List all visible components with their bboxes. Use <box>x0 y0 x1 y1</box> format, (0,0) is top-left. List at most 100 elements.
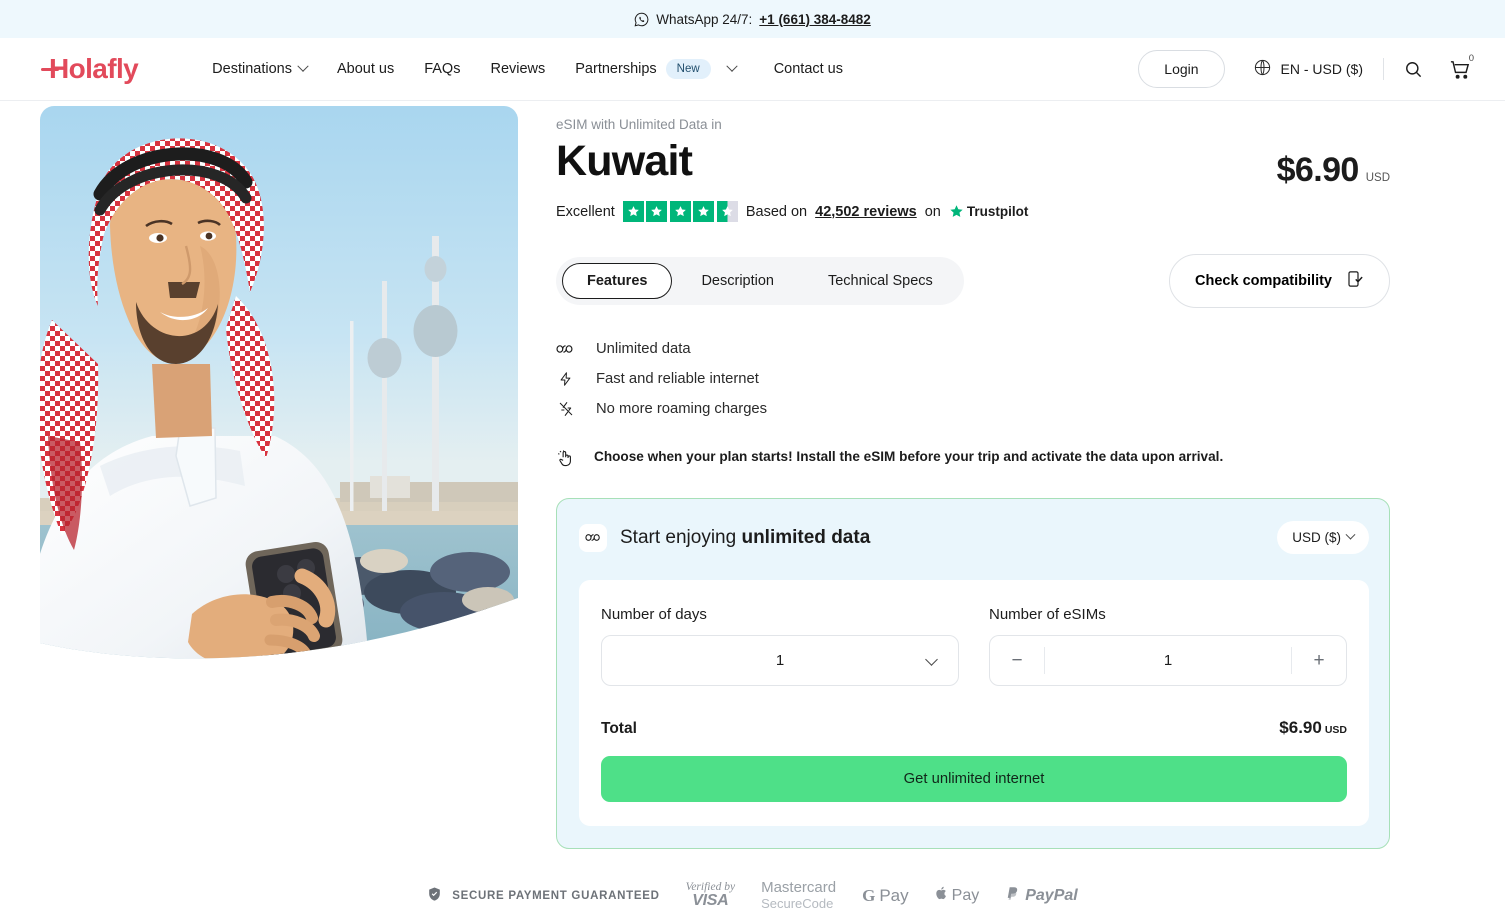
feature-row: Unlimited data <box>556 334 1505 364</box>
locale-label: EN - USD ($) <box>1280 61 1363 77</box>
product-price: $6.90 USD <box>1277 139 1390 190</box>
paypal-icon <box>1005 885 1020 907</box>
logo-cross-mark <box>41 68 59 72</box>
login-button[interactable]: Login <box>1138 50 1225 88</box>
mastercard-securecode-logo: Mastercard SecureCode <box>761 879 836 911</box>
days-select[interactable]: 1 <box>601 635 959 686</box>
nav-label-about-us: About us <box>336 61 395 77</box>
purchase-heading: Start enjoying unlimited data <box>620 527 870 549</box>
nav-label-contact-us: Contact us <box>773 61 844 77</box>
nav-label-destinations: Destinations <box>212 61 292 77</box>
title-row: Kuwait $6.90 USD <box>556 137 1505 190</box>
total-currency: USD <box>1324 724 1347 736</box>
price-amount: $6.90 <box>1276 151 1360 189</box>
purchase-fields: Number of days 1 Number of eSIMs − 1 + <box>601 606 1347 686</box>
lightning-off-icon <box>556 400 575 418</box>
chevron-down-icon <box>297 60 309 72</box>
trust-based-on: Based on <box>745 203 808 220</box>
total-label: Total <box>601 720 637 737</box>
plan-start-notice-text: Choose when your plan starts! Install th… <box>594 449 1224 464</box>
whatsapp-label: WhatsApp 24/7: <box>656 11 753 27</box>
trustpilot-logo: Trustpilot <box>949 204 1029 219</box>
plan-start-notice: Choose when your plan starts! Install th… <box>556 449 1505 471</box>
star-icon <box>669 201 691 222</box>
nav-item-faqs[interactable]: FAQs <box>424 61 460 77</box>
feature-row: Fast and reliable internet <box>556 364 1505 394</box>
check-compatibility-label: Check compatibility <box>1195 273 1332 289</box>
trust-on-word: on <box>924 203 941 220</box>
visa-wordmark: VISA <box>692 892 729 910</box>
nav-label-reviews: Reviews <box>490 61 546 77</box>
cart-count-badge: 0 <box>1468 52 1474 64</box>
apple-pay-logo: Pay <box>935 885 980 906</box>
logo-text: Holafly <box>49 53 139 84</box>
days-label: Number of days <box>601 606 707 623</box>
nav-label-faqs: FAQs <box>424 61 461 77</box>
click-hand-icon <box>556 448 575 471</box>
purchase-box: Start enjoying unlimited data USD ($) Nu… <box>556 498 1390 849</box>
header-divider <box>1383 58 1384 80</box>
main-nav: Destinations About us FAQs Reviews Partn… <box>212 59 843 79</box>
days-value: 1 <box>775 652 785 669</box>
product-tabs: Features Description Technical Specs <box>556 257 964 305</box>
feature-label: No more roaming charges <box>596 401 768 417</box>
holafly-logo[interactable]: Holafly <box>41 53 139 85</box>
esims-label: Number of eSIMs <box>989 606 1106 623</box>
feature-label: Fast and reliable internet <box>596 371 759 387</box>
tab-description[interactable]: Description <box>676 263 799 299</box>
price-currency: USD <box>1365 172 1390 184</box>
purchase-heading-prefix: Start enjoying <box>620 526 742 548</box>
securecode-wordmark: SecureCode <box>761 895 834 911</box>
apple-pay-label: Pay <box>951 886 980 904</box>
days-field: Number of days 1 <box>601 606 959 686</box>
trustpilot-rating: Excellent Based on 42,502 reviews on Tru… <box>556 201 1505 222</box>
paypal-label: PayPal <box>1025 886 1078 904</box>
shield-check-icon <box>427 886 442 905</box>
lightning-icon <box>556 370 575 388</box>
total-price: $6.90 <box>1279 718 1322 737</box>
whatsapp-phone-link[interactable]: +1 (661) 384-8482 <box>759 12 870 27</box>
product-eyebrow: eSIM with Unlimited Data in <box>556 117 722 132</box>
hero-column <box>0 101 556 849</box>
trustpilot-brand-label: Trustpilot <box>966 204 1029 219</box>
currency-selector[interactable]: USD ($) <box>1277 521 1369 554</box>
tabs-row: Features Description Technical Specs Che… <box>556 254 1505 308</box>
esims-increment-button[interactable]: + <box>1292 650 1346 672</box>
esims-decrement-button[interactable]: − <box>990 650 1044 672</box>
nav-item-contact-us[interactable]: Contact us <box>774 61 843 77</box>
cart-icon[interactable]: 0 <box>1449 53 1474 81</box>
get-unlimited-internet-button[interactable]: Get unlimited internet <box>601 756 1347 802</box>
tab-features[interactable]: Features <box>562 263 673 299</box>
page-title: Kuwait <box>556 137 693 185</box>
google-pay-logo: G Pay <box>862 886 909 906</box>
tab-technical-specs[interactable]: Technical Specs <box>803 263 958 299</box>
purchase-panel: Number of days 1 Number of eSIMs − 1 + T… <box>579 580 1369 826</box>
star-icon <box>693 201 715 222</box>
language-currency-selector[interactable]: EN - USD ($) <box>1253 58 1363 80</box>
nav-item-reviews[interactable]: Reviews <box>490 61 545 77</box>
payment-badges: SECURE PAYMENT GUARANTEED Verified by VI… <box>0 879 1505 911</box>
search-icon[interactable] <box>1404 60 1423 79</box>
nav-item-about-us[interactable]: About us <box>337 61 394 77</box>
hero-image <box>40 106 518 681</box>
trust-reviews-link[interactable]: 42,502 reviews <box>815 204 917 220</box>
nav-item-partnerships[interactable]: Partnerships New <box>575 59 738 79</box>
site-header: Holafly Destinations About us FAQs Revie… <box>0 38 1505 101</box>
check-compatibility-button[interactable]: Check compatibility <box>1169 254 1390 308</box>
chevron-down-icon <box>726 60 738 72</box>
feature-label: Unlimited data <box>596 341 691 357</box>
phone-check-icon <box>1346 270 1364 292</box>
secure-payment-label: SECURE PAYMENT GUARANTEED <box>452 889 660 902</box>
nav-item-destinations[interactable]: Destinations <box>212 60 309 77</box>
star-half-icon <box>716 201 738 222</box>
verified-by-visa-logo: Verified by VISA <box>686 881 736 910</box>
globe-icon <box>1253 58 1272 80</box>
infinity-icon <box>556 343 575 355</box>
trust-stars <box>622 201 738 222</box>
secure-payment-badge: SECURE PAYMENT GUARANTEED <box>427 886 659 905</box>
star-icon <box>622 201 644 222</box>
header-actions: Login EN - USD ($) 0 <box>1138 50 1474 88</box>
nav-badge-new: New <box>665 59 711 79</box>
product-column: eSIM with Unlimited Data in Kuwait $6.90… <box>556 101 1505 849</box>
esims-stepper: − 1 + <box>989 635 1347 686</box>
